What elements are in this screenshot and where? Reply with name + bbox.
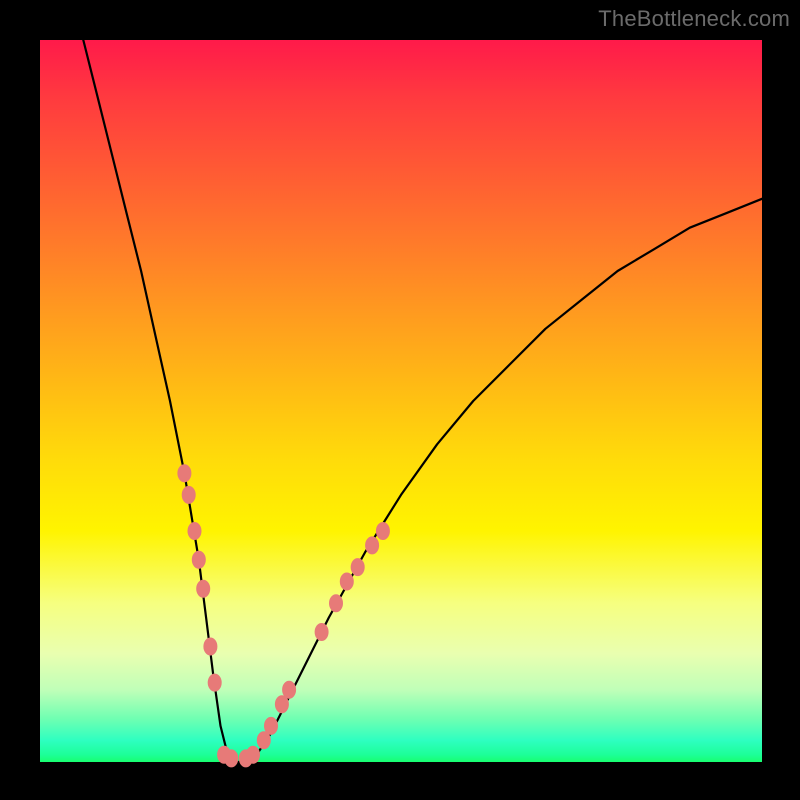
data-dot: [340, 573, 354, 591]
data-dot: [246, 746, 260, 764]
data-dot: [203, 638, 217, 656]
chart-frame: TheBottleneck.com: [0, 0, 800, 800]
data-dots: [177, 464, 390, 767]
data-dot: [208, 674, 222, 692]
watermark-text: TheBottleneck.com: [598, 6, 790, 32]
plot-area: [40, 40, 762, 762]
data-dot: [282, 681, 296, 699]
data-dot: [376, 522, 390, 540]
data-dot: [351, 558, 365, 576]
data-dot: [192, 551, 206, 569]
data-dot: [224, 749, 238, 767]
bottleneck-curve: [83, 40, 762, 762]
data-dot: [182, 486, 196, 504]
data-dot: [196, 580, 210, 598]
data-dot: [177, 464, 191, 482]
data-dot: [188, 522, 202, 540]
data-dot: [329, 594, 343, 612]
data-dot: [365, 536, 379, 554]
curve-layer: [40, 40, 762, 762]
data-dot: [264, 717, 278, 735]
data-dot: [315, 623, 329, 641]
